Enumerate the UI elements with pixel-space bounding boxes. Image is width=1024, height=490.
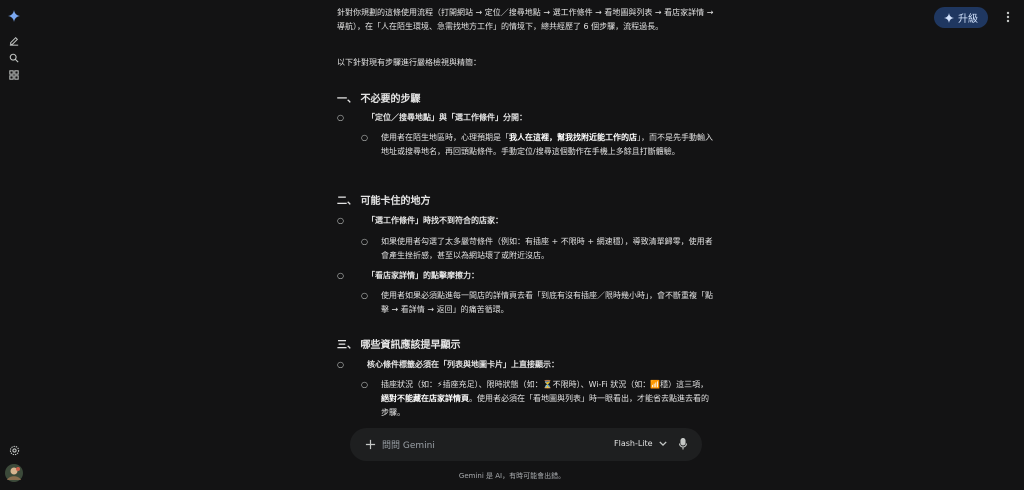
model-label: Flash-Lite (614, 439, 653, 448)
sparkle-icon (944, 12, 954, 23)
more-options-icon[interactable] (1000, 9, 1016, 25)
item-detail: 使用者在陌生地區時，心理預期是「我人在這裡，幫我找附近能工作的店」，而不是先手動… (381, 133, 713, 156)
settings-gear-icon[interactable] (6, 442, 22, 458)
bullet-icon: ○ (361, 237, 368, 246)
bullet-icon: ○ (337, 271, 344, 280)
section-heading-2: 二、 可能卡住的地方 (337, 196, 431, 207)
item-detail: 插座狀況（如：⚡插座充足）、限時狀態（如：⏳不限時）、Wi-Fi 狀況（如：📶穩… (381, 380, 709, 417)
item-title: 「看店家詳情」的點擊摩擦力： (367, 271, 479, 280)
item-detail: 使用者如果必須點進每一間店的詳情頁去看「到底有沒有插座／限時幾小時」，會不斷重複… (381, 291, 713, 314)
bullet-icon: ○ (337, 216, 344, 225)
upgrade-label: 升級 (958, 14, 978, 25)
prompt-input[interactable]: 問問 Gemini (382, 438, 435, 451)
item-title: 「選工作條件」時找不到符合的店家： (367, 216, 503, 225)
new-chat-icon[interactable] (6, 33, 22, 49)
disclaimer-text: Gemini 是 AI，有時可能會出錯。 (458, 472, 566, 480)
apps-grid-icon[interactable] (6, 67, 22, 83)
section-heading-1: 一、 不必要的步驟 (337, 94, 421, 105)
prompt-input-bar[interactable]: 問問 Gemini Flash-Lite (350, 428, 702, 461)
upgrade-button[interactable]: 升級 (934, 7, 988, 28)
bullet-icon: ○ (337, 113, 344, 122)
intro-paragraph: 針對你規劃的這條使用流程（打開網站 → 定位／搜尋地點 → 選工作條件 → 看地… (337, 8, 714, 31)
item-title: 核心條件標籤必須在「列表與地圖卡片」上直接顯示： (367, 360, 559, 369)
bullet-icon: ○ (361, 380, 368, 389)
microphone-icon[interactable] (676, 437, 690, 451)
search-icon[interactable] (6, 50, 22, 66)
gemini-logo-icon[interactable] (6, 8, 22, 24)
item-detail: 如果使用者勾選了太多嚴苛條件（例如：有插座 + 不限時 + 網速穩），導致清單歸… (381, 237, 713, 260)
chevron-down-icon (658, 441, 667, 446)
section-heading-3: 三、 哪些資訊應該提早顯示 (337, 340, 461, 351)
bullet-icon: ○ (337, 360, 344, 369)
item-title: 「定位／搜尋地點」與「選工作條件」分開： (367, 113, 527, 122)
add-attachment-icon[interactable] (362, 436, 378, 452)
model-selector[interactable]: Flash-Lite (614, 439, 667, 448)
bullet-icon: ○ (361, 291, 368, 300)
lead-paragraph: 以下針對現有步驟進行嚴格檢視與精簡： (337, 58, 481, 67)
bullet-icon: ○ (361, 133, 368, 142)
left-rail (0, 0, 30, 490)
